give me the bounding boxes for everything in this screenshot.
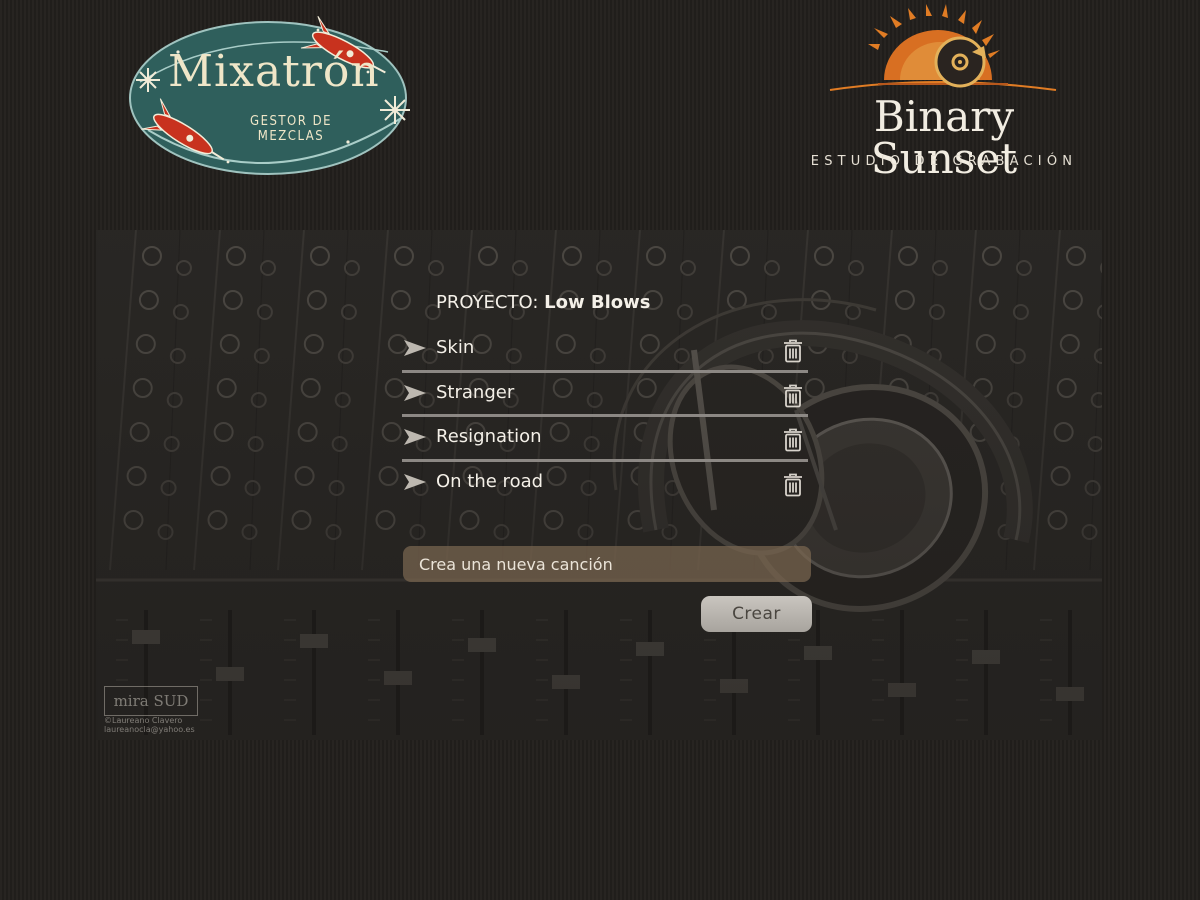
play-arrow-icon[interactable] (403, 427, 427, 447)
song-name[interactable]: On the road (436, 471, 543, 492)
song-name[interactable]: Resignation (436, 426, 542, 447)
trash-icon[interactable] (782, 339, 804, 363)
song-row: On the road (402, 462, 808, 507)
create-button[interactable]: Crear (701, 596, 812, 632)
play-arrow-icon[interactable] (403, 383, 427, 403)
watermark-credit: ©Laureano Clavero (104, 716, 183, 725)
project-name: Low Blows (544, 292, 651, 313)
mixatron-title: Mixatrón (168, 46, 380, 97)
song-name[interactable]: Stranger (436, 382, 514, 403)
new-song-input[interactable] (403, 546, 811, 582)
trash-icon[interactable] (782, 384, 804, 408)
binary-sunset-logo: Binary Sunset ESTUDIO DE GRABACIÓN (808, 4, 1080, 180)
song-row: Skin (402, 328, 808, 373)
song-list: Skin Stranger Resignation On the road (402, 328, 808, 506)
trash-icon[interactable] (782, 428, 804, 452)
mixatron-logo-artwork (129, 15, 410, 175)
watermark-email: laureanocla@yahoo.es (104, 725, 195, 734)
mixatron-logo: Mixatrón GESTOR DE MEZCLAS (118, 12, 418, 184)
binary-sunset-subtitle: ESTUDIO DE GRABACIÓN (810, 154, 1078, 169)
project-label: PROYECTO: (436, 292, 539, 313)
song-row: Stranger (402, 373, 808, 417)
trash-icon[interactable] (782, 473, 804, 497)
photo-watermark: mira SUD ©Laureano Clavero laureanocla@y… (104, 686, 204, 734)
play-arrow-icon[interactable] (403, 472, 427, 492)
play-arrow-icon[interactable] (403, 338, 427, 358)
song-row: Resignation (402, 417, 808, 462)
song-name[interactable]: Skin (436, 337, 474, 358)
mixatron-subtitle: GESTOR DE MEZCLAS (250, 114, 332, 144)
watermark-brand: mira SUD (104, 686, 198, 716)
project-heading: PROYECTO: Low Blows (436, 292, 650, 313)
record-disc-icon (934, 36, 986, 88)
